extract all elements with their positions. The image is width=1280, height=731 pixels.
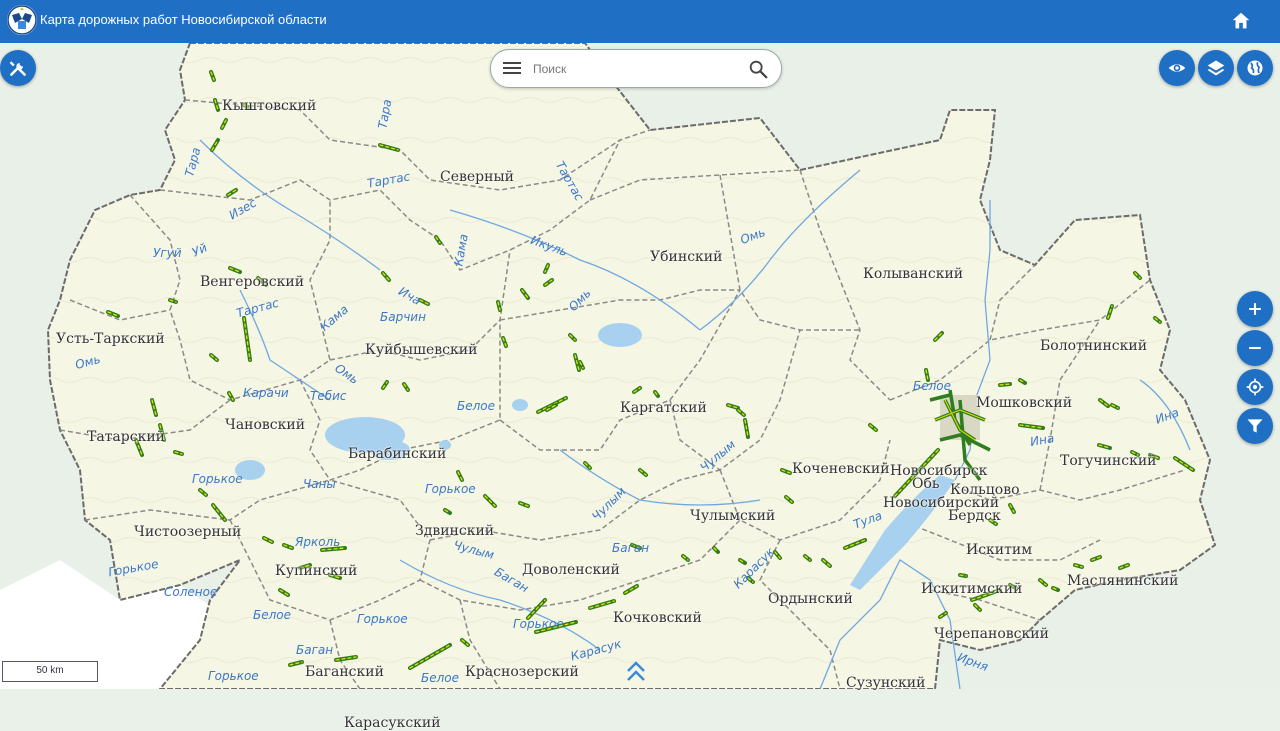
city-label: Искитим [966, 542, 1033, 558]
visibility-button[interactable] [1159, 50, 1195, 86]
district-label: Венгеровский [200, 274, 305, 290]
tools-icon [9, 61, 26, 76]
district-label: Северный [440, 169, 514, 185]
eye-icon [1168, 64, 1186, 72]
app-header: Карта дорожных работ Новосибирской облас… [0, 0, 1280, 43]
water-label: Соленое [164, 585, 218, 599]
filter-button[interactable] [1237, 408, 1273, 444]
district-label: Каргатский [620, 400, 707, 416]
district-label: Маслянинский [1067, 573, 1179, 589]
zoom-in-button[interactable] [1237, 291, 1273, 327]
district-label: Кыштовский [222, 98, 317, 114]
scale-bar: 50 km [2, 661, 98, 682]
water-label: Белое [457, 399, 496, 413]
water-label: Ярколь [295, 535, 341, 549]
district-label: Краснозерский [465, 664, 579, 680]
region-emblem-logo [7, 5, 37, 35]
zoom-out-button[interactable] [1237, 330, 1273, 366]
district-label: Доволенский [522, 562, 620, 578]
district-label: Чистоозерный [134, 524, 242, 540]
district-label: Куйбышевский [365, 342, 478, 358]
water-label: Белое [913, 379, 952, 393]
district-label: Болотнинский [1040, 338, 1148, 354]
city-label: Бердск [948, 508, 1001, 524]
layers-button[interactable] [1198, 50, 1234, 86]
water-label: Белое [253, 608, 292, 622]
water-label: Горькое [425, 482, 476, 496]
home-icon[interactable] [1230, 10, 1252, 32]
menu-icon[interactable] [503, 60, 523, 77]
search-box [490, 49, 782, 88]
city-label: Обь [912, 476, 940, 492]
water-label: Чаны [303, 477, 336, 491]
district-label: Мошковский [976, 395, 1073, 411]
water-label: Белое [421, 671, 460, 685]
district-label: Тогучинский [1060, 453, 1157, 469]
search-input[interactable] [531, 59, 735, 79]
scale-label: 50 km [36, 665, 64, 676]
locate-button[interactable] [1237, 369, 1273, 405]
filter-icon [1247, 419, 1263, 433]
district-label: Убинский [650, 249, 723, 265]
tools-button[interactable] [0, 50, 36, 86]
water-label: Горькое [513, 617, 564, 631]
app-title: Карта дорожных работ Новосибирской облас… [40, 12, 327, 27]
water-label: Угуй [153, 246, 182, 260]
district-label: Купинский [275, 563, 358, 579]
minus-icon [1249, 346, 1261, 350]
district-label: Коченевский [792, 461, 890, 477]
district-label: Ордынский [768, 591, 853, 607]
crosshair-icon [1246, 378, 1264, 396]
district-label: Усть-Таркский [56, 331, 165, 347]
district-label: Здвинский [415, 523, 495, 539]
globe-icon [1247, 60, 1263, 76]
basemap-button[interactable] [1237, 50, 1273, 86]
district-label: Искитимский [921, 581, 1023, 597]
expand-panel-button[interactable] [624, 659, 648, 685]
district-label: Карасукский [344, 715, 441, 731]
water-label: Горькое [192, 472, 243, 486]
district-label: Баганский [305, 664, 384, 680]
plus-icon [1249, 303, 1261, 315]
water-label: Баган [612, 541, 650, 555]
water-label: Тебис [310, 389, 347, 403]
district-label: Кочковский [613, 610, 702, 626]
district-label: Барабинский [348, 446, 447, 462]
district-label: Чулымский [690, 508, 776, 524]
search-icon[interactable] [747, 58, 769, 80]
water-label: Карачи [243, 386, 289, 400]
water-label: Горькое [357, 612, 408, 626]
district-label: Чановский [225, 417, 306, 433]
layers-icon [1207, 60, 1225, 76]
water-label: Барчин [380, 310, 426, 324]
district-label: Колыванский [863, 266, 964, 282]
district-label: Черепановский [934, 626, 1049, 642]
district-label: Татарский [87, 429, 165, 445]
chevron-up-icon [627, 661, 645, 681]
water-label: Баган [296, 643, 334, 657]
map-canvas[interactable]: Кыштовский Северный Убинский Колыванский… [0, 42, 1280, 731]
water-label: Горькое [208, 669, 259, 683]
